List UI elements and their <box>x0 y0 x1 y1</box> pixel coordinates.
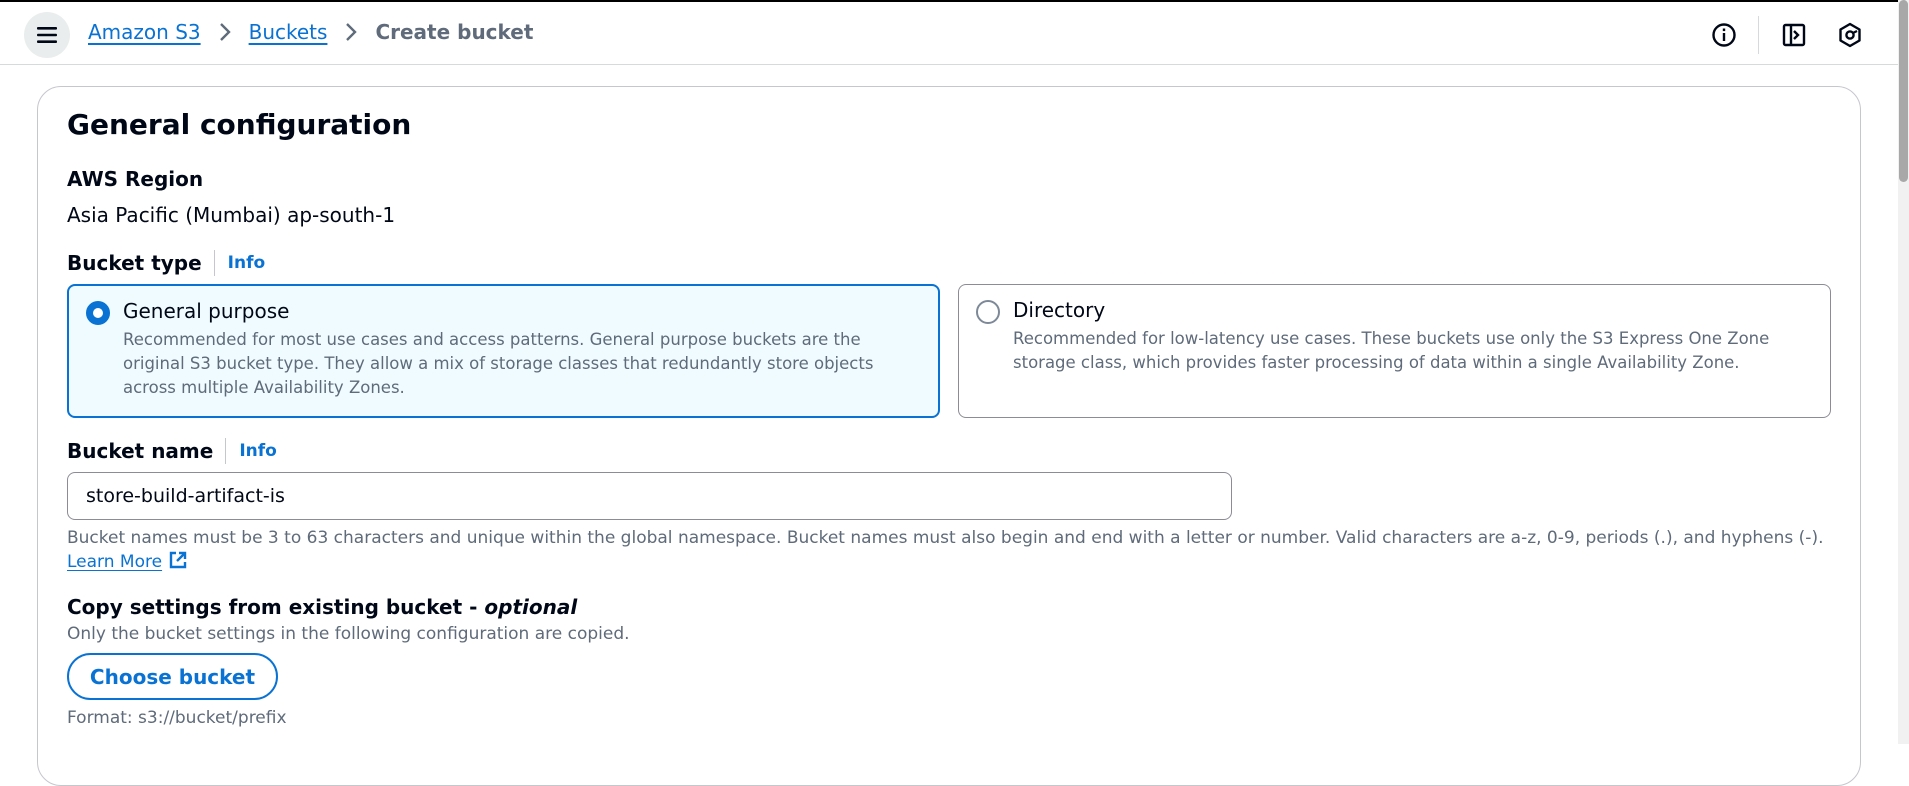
notifications-button[interactable] <box>1776 17 1812 53</box>
chevron-right-icon <box>327 22 375 42</box>
choose-bucket-button[interactable]: Choose bucket <box>67 653 278 700</box>
radio-selected[interactable] <box>86 301 110 325</box>
copy-settings-format: Format: s3://bucket/prefix <box>67 708 287 728</box>
bucket-type-general-purpose[interactable]: General purpose Recommended for most use… <box>67 284 940 418</box>
hexagon-gear-icon <box>1839 22 1861 48</box>
tile-title: Directory <box>1013 298 1106 322</box>
breadcrumb-current: Create bucket <box>375 20 534 44</box>
learn-more-label: Learn More <box>67 552 163 572</box>
bucket-name-label: Bucket name <box>67 439 214 463</box>
breadcrumb-buckets[interactable]: Buckets <box>249 20 328 44</box>
menu-button[interactable] <box>24 12 70 58</box>
copy-settings-description: Only the bucket settings in the followin… <box>67 624 630 644</box>
chevron-right-icon <box>201 22 249 42</box>
label-divider <box>225 438 227 464</box>
bucket-name-input[interactable] <box>67 472 1232 520</box>
bucket-name-hint: Bucket names must be 3 to 63 characters … <box>67 526 1837 574</box>
page-scrollbar[interactable] <box>1898 0 1909 744</box>
tile-description: Recommended for most use cases and acces… <box>123 330 874 397</box>
label-divider <box>213 250 215 276</box>
scrollbar-thumb[interactable] <box>1899 0 1908 182</box>
bucket-type-directory[interactable]: Directory Recommended for low-latency us… <box>958 284 1831 418</box>
learn-more-link[interactable]: Learn More <box>67 551 188 572</box>
bucket-type-label-row: Bucket type Info <box>67 250 265 276</box>
section-title: General configuration <box>67 108 412 141</box>
info-circle-icon <box>1712 23 1736 47</box>
breadcrumb-amazon-s3[interactable]: Amazon S3 <box>88 20 201 44</box>
general-configuration-card <box>37 86 1861 786</box>
settings-button[interactable] <box>1832 17 1868 53</box>
radio-unselected[interactable] <box>976 300 1000 324</box>
breadcrumb: Amazon S3 Buckets Create bucket <box>88 20 533 44</box>
hamburger-menu-icon <box>37 27 57 43</box>
bucket-name-hint-text: Bucket names must be 3 to 63 characters … <box>67 528 1824 548</box>
aws-region-label: AWS Region <box>67 167 204 191</box>
bucket-name-label-row: Bucket name Info <box>67 438 277 464</box>
bucket-type-info-link[interactable]: Info <box>228 253 266 273</box>
notification-panel-icon <box>1782 23 1806 47</box>
info-button[interactable] <box>1706 17 1742 53</box>
aws-region-value: Asia Pacific (Mumbai) ap-south-1 <box>67 203 396 227</box>
copy-settings-optional: optional <box>484 595 578 619</box>
toolbar-divider <box>1758 16 1759 54</box>
tile-title: General purpose <box>123 299 290 323</box>
copy-settings-label-text: Copy settings from existing bucket - <box>67 595 485 619</box>
copy-settings-label: Copy settings from existing bucket - opt… <box>67 595 577 619</box>
top-navigation-bar: Amazon S3 Buckets Create bucket <box>0 0 1898 65</box>
external-link-icon <box>169 551 187 569</box>
bucket-type-label: Bucket type <box>67 251 202 275</box>
bucket-name-info-link[interactable]: Info <box>239 441 277 461</box>
tile-description: Recommended for low-latency use cases. T… <box>1013 329 1770 372</box>
